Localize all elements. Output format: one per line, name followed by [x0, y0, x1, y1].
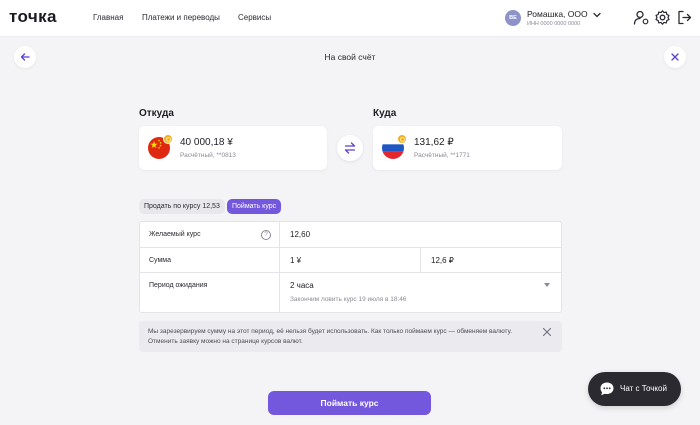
chat-button[interactable]: Чат с Точкой [588, 372, 681, 406]
rate-form: Желаемый курс ? 12,60 Сумма 1 ¥ 12,6 ₽ П… [139, 221, 562, 313]
rate-label: Желаемый курс [149, 231, 201, 238]
from-amount: 40 000,18 ¥ [180, 137, 233, 148]
chevron-down-icon [593, 12, 601, 18]
user-settings-icon[interactable] [633, 9, 650, 26]
nav-link-services[interactable]: Сервисы [238, 13, 271, 22]
from-account-card[interactable]: 40 000,18 ¥ Расчётный, **0813 [139, 126, 327, 170]
swap-arrows-icon [344, 142, 356, 154]
company-name: Ромашка, ООО [527, 9, 588, 19]
tab-sell-at-rate[interactable]: Продать по курсу 12,53 [139, 199, 225, 214]
coin-icon [163, 134, 173, 144]
company-inn: ИНН 0000 0000 0000 [527, 21, 581, 27]
close-icon [671, 53, 679, 61]
tab-catch-rate[interactable]: Поймать курс [227, 199, 282, 214]
help-icon[interactable]: ? [261, 230, 271, 240]
reserve-notice: Мы зарезервируем сумму на этот период, е… [139, 321, 562, 352]
company-switcher[interactable]: ВЕ Ромашка, ООО ИНН 0000 0000 0000 [505, 8, 605, 28]
chat-bubble-icon [600, 382, 614, 396]
rate-input[interactable]: 12,60 [290, 230, 310, 239]
to-account-number: Расчётный, **1771 [414, 152, 470, 159]
notice-text: Мы зарезервируем сумму на этот период, е… [148, 328, 513, 345]
sum-to-input[interactable]: 12,6 ₽ [431, 256, 454, 265]
sum-label: Сумма [149, 257, 171, 264]
from-account-number: Расчётный, **0813 [180, 152, 236, 159]
swap-button[interactable] [337, 135, 363, 161]
rate-row: Желаемый курс ? 12,60 [140, 222, 561, 247]
nav-link-payments[interactable]: Платежи и переводы [142, 13, 220, 22]
coin-icon [397, 134, 407, 144]
chevron-down-icon[interactable] [544, 283, 550, 287]
sum-from-input[interactable]: 1 ¥ [290, 256, 301, 265]
to-amount: 131,62 ₽ [414, 137, 454, 148]
to-account-card[interactable]: 131,62 ₽ Расчётный, **1771 [373, 126, 562, 170]
from-label: Откуда [139, 108, 174, 119]
period-hint: Закончим ловить курс 19 июля в 18:46 [290, 296, 407, 303]
catch-rate-button[interactable]: Поймать курс [268, 391, 431, 415]
nav-link-home[interactable]: Главная [93, 13, 123, 22]
sum-row: Сумма 1 ¥ 12,6 ₽ [140, 247, 561, 272]
chat-label: Чат с Точкой [620, 384, 667, 393]
logo[interactable]: точка [9, 7, 57, 27]
to-label: Куда [373, 108, 397, 119]
page-title: На свой счёт [324, 52, 376, 62]
period-label: Период ожидания [149, 282, 208, 289]
gear-icon[interactable] [654, 9, 671, 26]
close-button[interactable] [664, 46, 686, 68]
period-row: Период ожидания 2 часа Закончим ловить к… [140, 272, 561, 312]
logout-icon[interactable] [676, 9, 693, 26]
company-avatar: ВЕ [505, 10, 521, 26]
period-select[interactable]: 2 часа [290, 281, 314, 290]
close-icon[interactable] [542, 327, 552, 337]
top-bar: точка Главная Платежи и переводы Сервисы… [0, 0, 700, 37]
